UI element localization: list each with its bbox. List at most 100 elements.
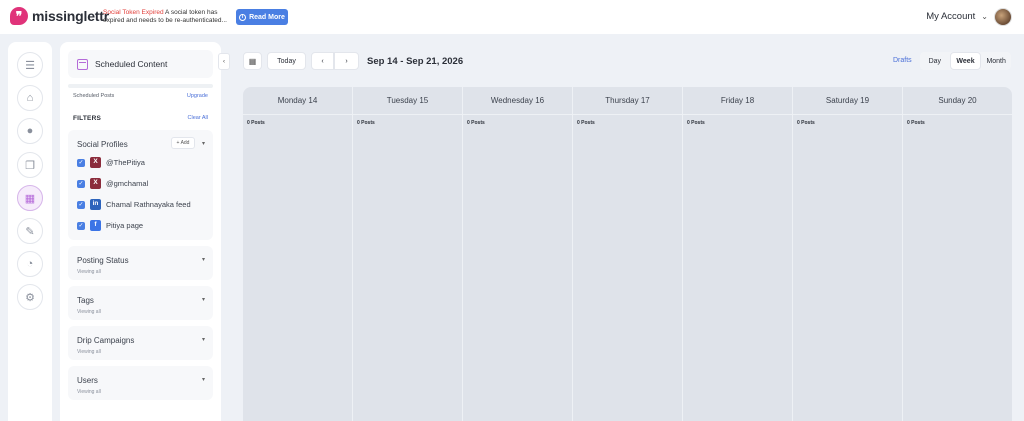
account-label: My Account [926, 11, 976, 22]
chevron-down-icon[interactable]: ▾ [202, 140, 205, 147]
logo-quote-icon: ❞ [10, 7, 28, 25]
day-header: Saturday 19 [793, 87, 902, 115]
social-profiles-title: Social Profiles [77, 140, 128, 149]
filter-title: Users [77, 376, 98, 385]
avatar[interactable] [994, 8, 1012, 26]
scheduled-posts-label: Scheduled Posts [73, 93, 115, 99]
profile-name: Pitiya page [106, 221, 144, 230]
menu-icon[interactable]: ☰ [17, 52, 43, 78]
next-week-button[interactable]: › [334, 52, 359, 70]
facebook-icon: f [90, 220, 101, 231]
linkedin-icon: in [90, 199, 101, 210]
calendar-icon[interactable]: ▦ [17, 185, 43, 211]
read-more-button[interactable]: i Read More [236, 9, 288, 25]
profile-name: Chamal Rathnayaka feed [106, 200, 191, 209]
profile-name: @gmchamal [106, 179, 149, 188]
calendar-icon [77, 58, 88, 70]
chevron-down-icon: ⌄ [981, 12, 988, 21]
post-count: 0 Posts [687, 120, 705, 126]
top-bar: ❞ missinglettr Social Token Expired A so… [0, 0, 1024, 34]
filter-title: Posting Status [77, 256, 129, 265]
day-column[interactable]: Tuesday 15 0 Posts [353, 87, 463, 421]
profile-item[interactable]: ✓ X @gmchamal [77, 178, 148, 189]
gear-icon[interactable]: ⚙ [17, 284, 43, 310]
checkbox-checked-icon[interactable]: ✓ [77, 179, 85, 188]
day-column[interactable]: Thursday 17 0 Posts [573, 87, 683, 421]
day-header: Friday 18 [683, 87, 792, 115]
calendar-icon: ▦ [248, 56, 257, 66]
token-alert: Social Token Expired A social token has … [103, 9, 228, 25]
content-icon[interactable]: ❐ [17, 152, 43, 178]
filter-title: Drip Campaigns [77, 336, 135, 345]
prev-week-button[interactable]: ‹ [311, 52, 334, 70]
view-day-button[interactable]: Day [920, 52, 950, 70]
filter-title: Tags [77, 296, 94, 305]
day-column[interactable]: Monday 14 0 Posts [243, 87, 353, 421]
day-column[interactable]: Wednesday 16 0 Posts [463, 87, 573, 421]
calendar-picker-button[interactable]: ▦ [243, 52, 262, 70]
social-profiles-filter: Social Profiles + Add ▾ ✓ X @ThePitiya ✓… [68, 130, 213, 240]
pie-chart-icon[interactable]: ◔ [17, 251, 43, 277]
filter-subtitle: Viewing all [77, 269, 101, 275]
checkbox-checked-icon[interactable]: ✓ [77, 200, 85, 209]
post-count: 0 Posts [357, 120, 375, 126]
week-calendar: Monday 14 0 Posts Tuesday 15 0 Posts Wed… [243, 87, 1012, 421]
filter-panel: Scheduled Content Scheduled Posts Upgrad… [60, 42, 221, 421]
panel-title: Scheduled Content [95, 59, 168, 69]
filter-subtitle: Viewing all [77, 349, 101, 355]
filters-heading: FILTERS [73, 115, 101, 122]
filter-subtitle: Viewing all [77, 389, 101, 395]
chevron-down-icon[interactable]: ▾ [202, 256, 205, 263]
day-header: Monday 14 [243, 87, 352, 115]
brand-logo[interactable]: ❞ missinglettr [10, 7, 109, 25]
posting-status-filter[interactable]: Posting Status Viewing all ▾ [68, 246, 213, 280]
chevron-down-icon[interactable]: ▾ [202, 336, 205, 343]
day-header: Sunday 20 [903, 87, 1012, 115]
nav-rail: ☰ ⌂ ● ❐ ▦ ✎ ◔ ⚙ [8, 42, 52, 421]
profile-item[interactable]: ✓ X @ThePitiya [77, 157, 145, 168]
day-header: Wednesday 16 [463, 87, 572, 115]
view-week-button[interactable]: Week [949, 52, 982, 70]
checkbox-checked-icon[interactable]: ✓ [77, 221, 85, 230]
tags-filter[interactable]: Tags Viewing all ▾ [68, 286, 213, 320]
profile-item[interactable]: ✓ f Pitiya page [77, 220, 143, 231]
post-count: 0 Posts [907, 120, 925, 126]
read-more-label: Read More [249, 13, 285, 21]
checkbox-checked-icon[interactable]: ✓ [77, 158, 85, 167]
account-menu[interactable]: My Account ⌄ [926, 11, 988, 22]
collapse-panel-button[interactable]: ‹ [218, 53, 230, 70]
post-count: 0 Posts [577, 120, 595, 126]
drafts-link[interactable]: Drafts [893, 57, 912, 64]
day-column[interactable]: Saturday 19 0 Posts [793, 87, 903, 421]
day-column[interactable]: Friday 18 0 Posts [683, 87, 793, 421]
post-count: 0 Posts [247, 120, 265, 126]
today-button[interactable]: Today [267, 52, 306, 70]
view-switcher: Day Week Month [920, 52, 1011, 70]
brand-name: missinglettr [32, 8, 109, 24]
filter-subtitle: Viewing all [77, 309, 101, 315]
profile-name: @ThePitiya [106, 158, 145, 167]
drop-icon[interactable]: ● [17, 118, 43, 144]
profile-item[interactable]: ✓ in Chamal Rathnayaka feed [77, 199, 191, 210]
chevron-down-icon[interactable]: ▾ [202, 376, 205, 383]
post-count: 0 Posts [797, 120, 815, 126]
post-count: 0 Posts [467, 120, 485, 126]
x-icon: X [90, 178, 101, 189]
day-header: Thursday 17 [573, 87, 682, 115]
upgrade-link[interactable]: Upgrade [187, 93, 208, 99]
pen-icon[interactable]: ✎ [17, 218, 43, 244]
clear-all-link[interactable]: Clear All [188, 115, 208, 121]
drip-campaigns-filter[interactable]: Drip Campaigns Viewing all ▾ [68, 326, 213, 360]
users-filter[interactable]: Users Viewing all ▾ [68, 366, 213, 400]
day-column[interactable]: Sunday 20 0 Posts [903, 87, 1012, 421]
day-header: Tuesday 15 [353, 87, 462, 115]
x-icon: X [90, 157, 101, 168]
view-month-button[interactable]: Month [981, 52, 1011, 70]
add-profile-button[interactable]: + Add [171, 137, 195, 149]
home-icon[interactable]: ⌂ [17, 85, 43, 111]
chevron-down-icon[interactable]: ▾ [202, 296, 205, 303]
alert-error-label: Social Token Expired [103, 9, 164, 16]
panel-header: Scheduled Content [68, 50, 213, 78]
scheduled-posts-usage-bar [68, 84, 213, 88]
info-icon: i [239, 13, 247, 21]
